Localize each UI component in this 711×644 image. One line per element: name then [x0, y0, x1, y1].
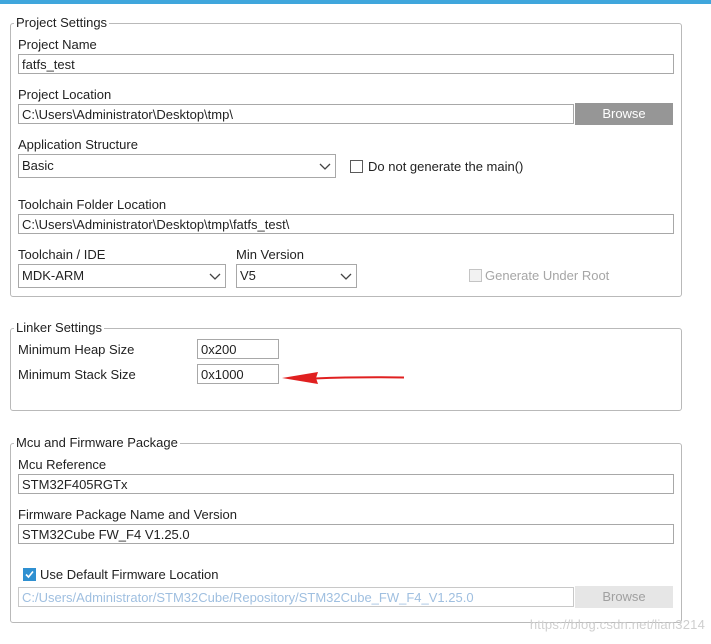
toolchain-ide-value: MDK-ARM	[22, 268, 85, 283]
no-main-checkbox[interactable]	[350, 160, 363, 173]
chevron-down-icon	[209, 273, 221, 280]
project-location-browse-button[interactable]: Browse	[575, 103, 673, 125]
mcu-reference-input[interactable]	[18, 474, 674, 494]
stack-size-input[interactable]	[197, 364, 279, 384]
watermark-text: https://blog.csdn.net/lian3214	[529, 617, 705, 632]
app-structure-value: Basic	[22, 158, 54, 173]
linker-settings-legend: Linker Settings	[14, 320, 104, 335]
heap-size-input[interactable]	[197, 339, 279, 359]
min-version-value: V5	[240, 268, 256, 283]
no-main-label: Do not generate the main()	[368, 159, 524, 174]
firmware-package-input[interactable]	[18, 524, 674, 544]
toolchain-ide-select[interactable]: MDK-ARM	[18, 264, 226, 288]
use-default-firmware-checkbox[interactable]	[23, 568, 36, 581]
toolchain-ide-label: Toolchain / IDE	[18, 247, 106, 262]
mcu-reference-label: Mcu Reference	[18, 457, 107, 472]
project-settings-legend: Project Settings	[14, 15, 110, 30]
heap-size-label: Minimum Heap Size	[18, 342, 135, 357]
toolchain-folder-label: Toolchain Folder Location	[18, 197, 167, 212]
use-default-firmware-label: Use Default Firmware Location	[40, 567, 219, 582]
firmware-location-input[interactable]	[18, 587, 574, 607]
project-name-label: Project Name	[18, 37, 97, 52]
chevron-down-icon	[319, 163, 331, 170]
min-version-select[interactable]: V5	[236, 264, 357, 288]
firmware-location-browse-button[interactable]: Browse	[575, 586, 673, 608]
red-arrow-annotation	[282, 372, 405, 384]
generate-under-root-label: Generate Under Root	[485, 268, 610, 283]
firmware-package-label: Firmware Package Name and Version	[18, 507, 237, 522]
app-structure-select[interactable]: Basic	[18, 154, 336, 178]
project-location-input[interactable]	[18, 104, 574, 124]
chevron-down-icon	[340, 273, 352, 280]
checkmark-icon	[25, 570, 34, 579]
min-version-label: Min Version	[236, 247, 304, 262]
stack-size-label: Minimum Stack Size	[18, 367, 136, 382]
app-structure-label: Application Structure	[18, 137, 138, 152]
toolchain-folder-input[interactable]	[18, 214, 674, 234]
window-top-accent-bar	[0, 0, 711, 4]
generate-under-root-checkbox[interactable]	[469, 269, 482, 282]
project-location-label: Project Location	[18, 87, 112, 102]
project-name-input[interactable]	[18, 54, 674, 74]
mcu-firmware-legend: Mcu and Firmware Package	[14, 435, 180, 450]
